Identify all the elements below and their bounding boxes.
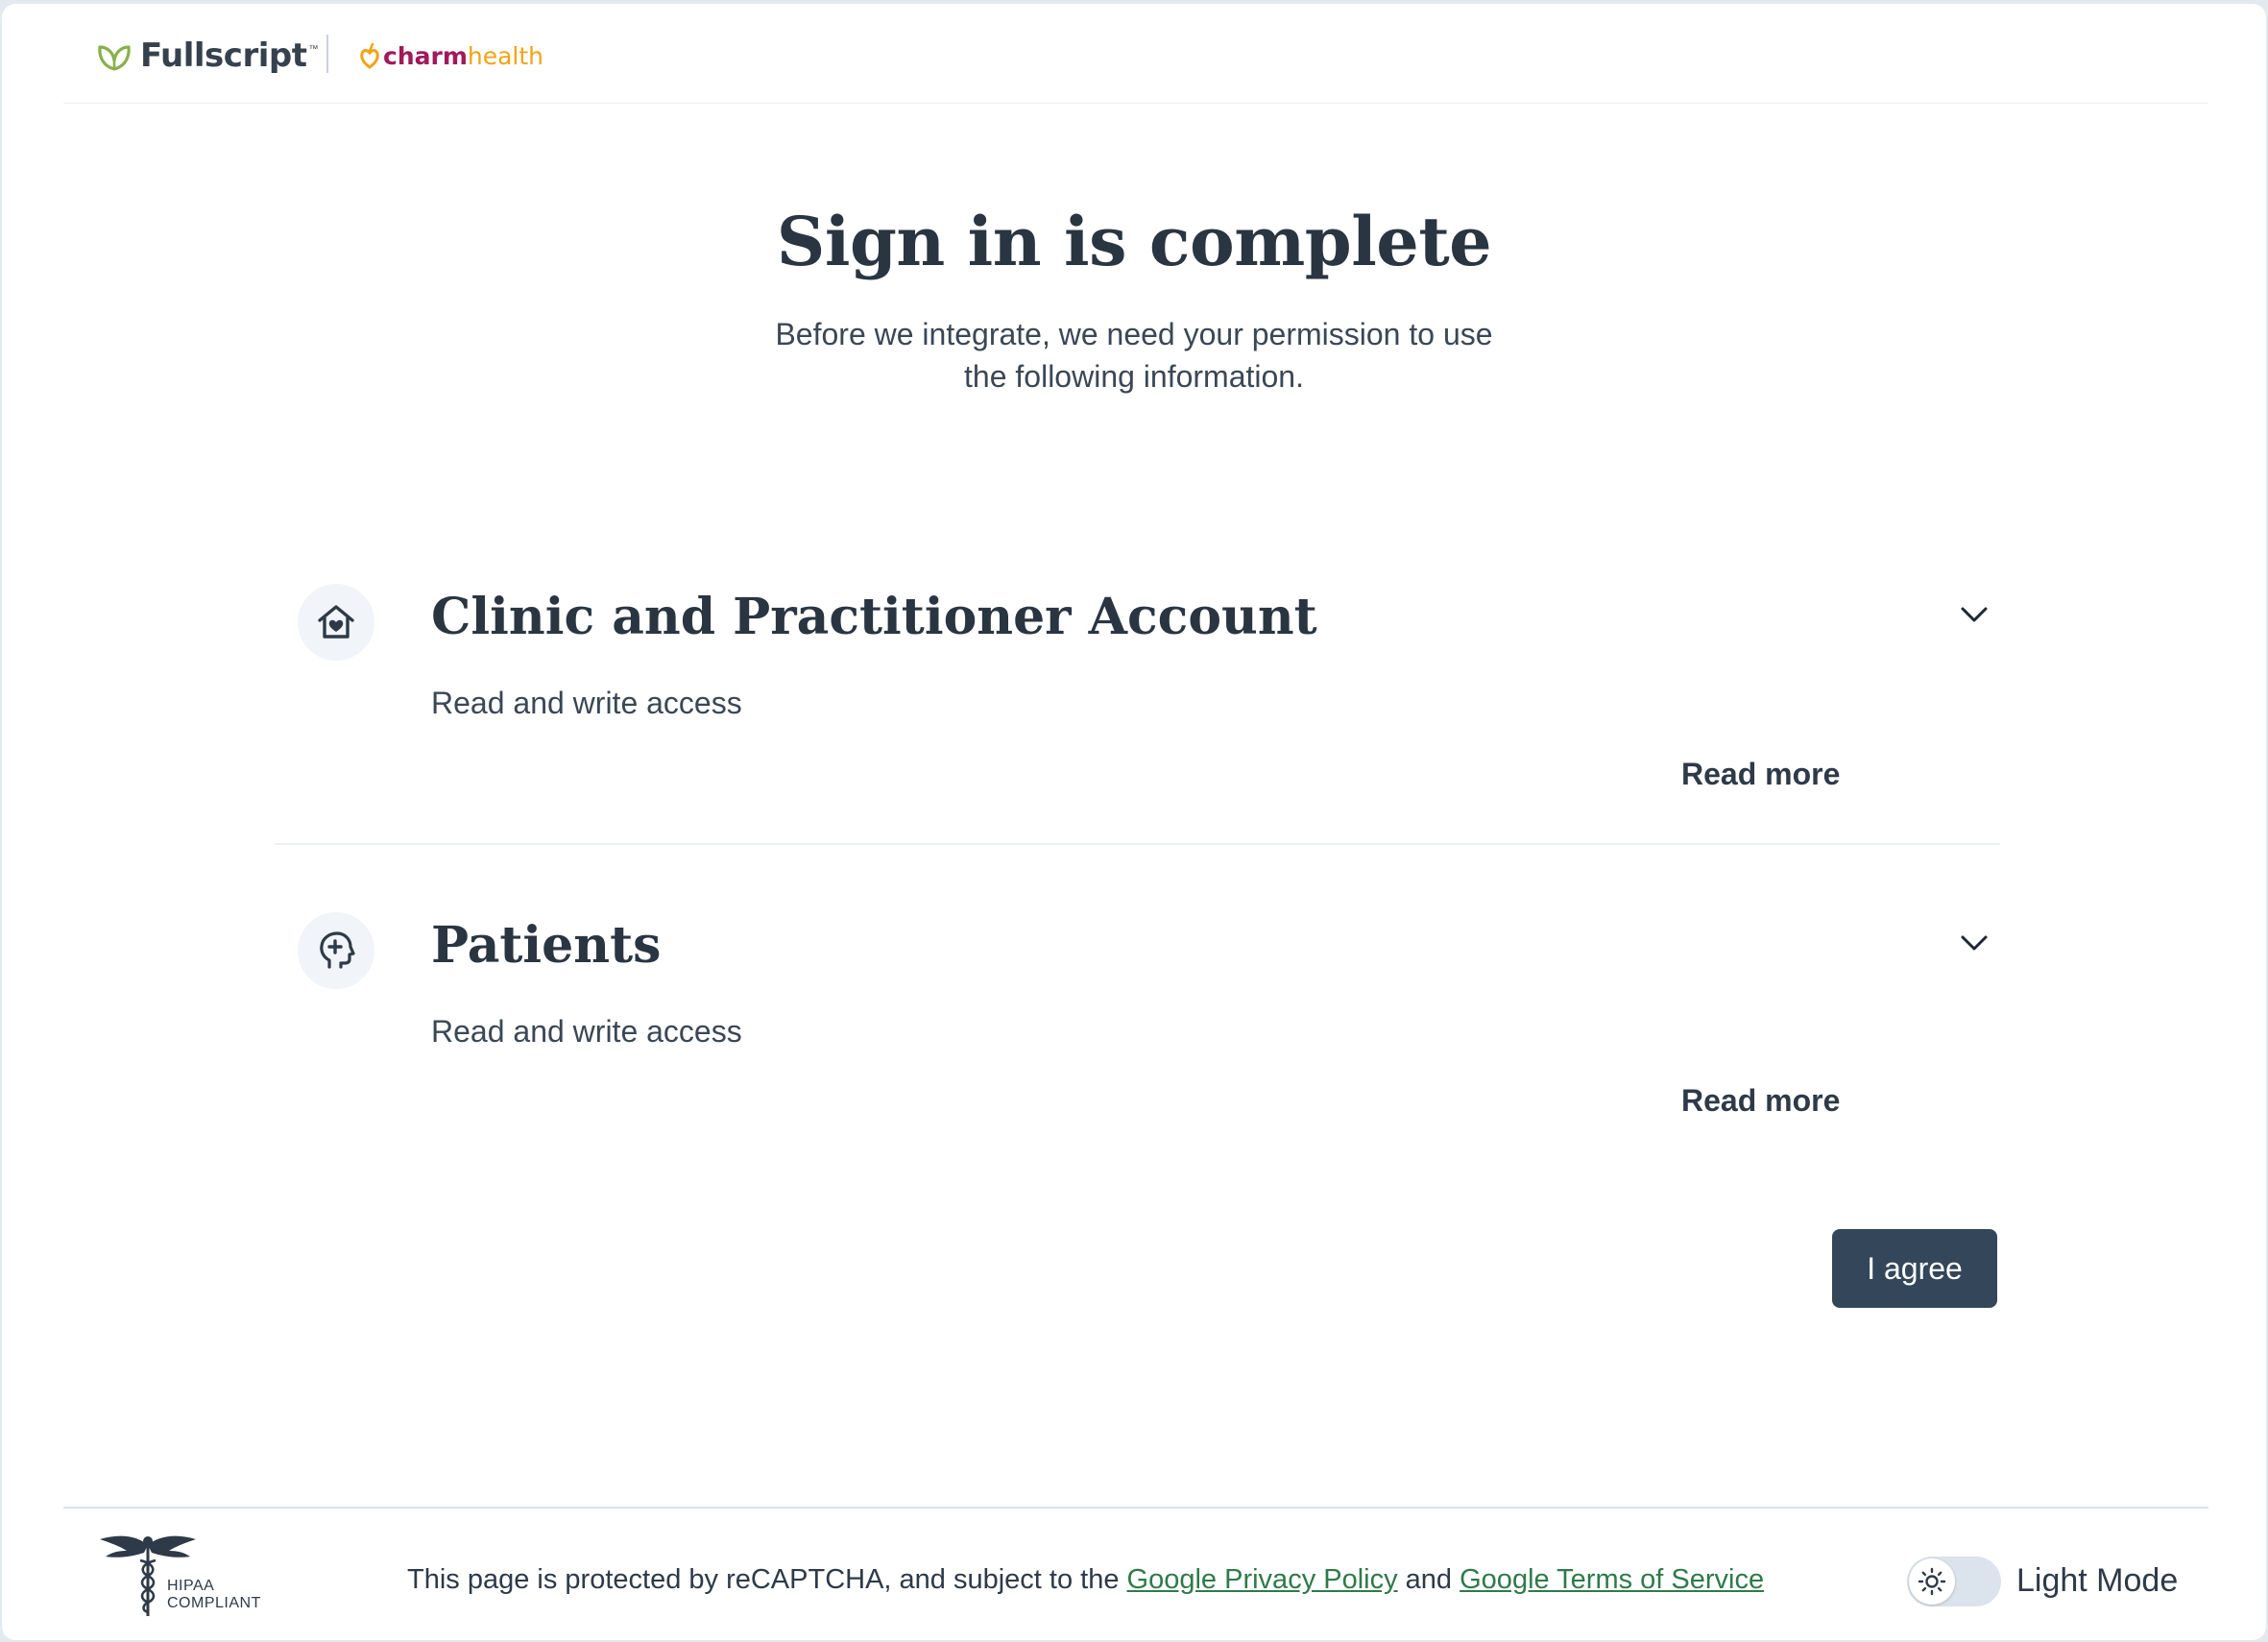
permission-clinic-account: Clinic and Practitioner Account Read and…: [275, 561, 2000, 845]
header: Fullscript ™ charm health: [63, 4, 2208, 104]
page-frame: Fullscript ™ charm health Sign in is comp…: [2, 4, 2266, 1640]
toggle-knob: [1909, 1558, 1955, 1605]
subtitle-line-1: Before we integrate, we need your permis…: [775, 317, 1493, 351]
hipaa-line-2: COMPLIANT: [167, 1595, 261, 1611]
chevron-down-icon[interactable]: [1958, 926, 1991, 958]
head-medical-icon: [298, 912, 374, 989]
recaptcha-prefix: This page is protected by reCAPTCHA, and…: [407, 1564, 1120, 1595]
leaf-logo-icon: [98, 45, 131, 71]
permission-title: Clinic and Practitioner Account: [431, 588, 1317, 646]
fullscript-name: Fullscript: [140, 36, 307, 75]
privacy-policy-link[interactable]: Google Privacy Policy: [1127, 1564, 1398, 1595]
read-more-link[interactable]: Read more: [1681, 1083, 1840, 1119]
chevron-down-icon[interactable]: [1958, 597, 1991, 630]
recaptcha-notice: This page is protected by reCAPTCHA, and…: [407, 1564, 1764, 1596]
charmhealth-logo: charm health: [359, 38, 543, 73]
sun-icon: [1918, 1567, 1946, 1596]
footer: HIPAA COMPLIANT This page is protected b…: [63, 1507, 2208, 1640]
permission-access: Read and write access: [431, 686, 742, 720]
health-text: health: [467, 41, 544, 70]
hipaa-label: HIPAA COMPLIANT: [167, 1578, 261, 1612]
header-divider: [326, 35, 328, 73]
permission-title: Patients: [431, 916, 662, 975]
permission-patients: Patients Read and write access Read more: [275, 889, 2000, 1139]
read-more-link[interactable]: Read more: [1681, 757, 1840, 792]
and-text: and: [1405, 1564, 1453, 1595]
light-mode-label: Light Mode: [2016, 1562, 2179, 1599]
hipaa-badge: HIPAA COMPLIANT: [98, 1526, 261, 1622]
hipaa-line-1: HIPAA: [167, 1578, 215, 1594]
fullscript-logo: Fullscript ™: [96, 35, 318, 77]
page-title: Sign in is complete: [776, 202, 1492, 281]
i-agree-button[interactable]: I agree: [1832, 1229, 1997, 1308]
permission-access: Read and write access: [431, 1014, 742, 1049]
charm-heart-icon: [360, 42, 379, 69]
page-subtitle: Before we integrate, we need your permis…: [2, 313, 2266, 398]
house-heart-icon: [298, 584, 374, 661]
subtitle-line-2: the following information.: [964, 359, 1304, 394]
charm-text: charm: [383, 41, 468, 70]
terms-of-service-link[interactable]: Google Terms of Service: [1460, 1564, 1764, 1595]
fullscript-trademark: ™: [308, 44, 319, 55]
light-mode-toggle[interactable]: [1907, 1557, 2001, 1606]
